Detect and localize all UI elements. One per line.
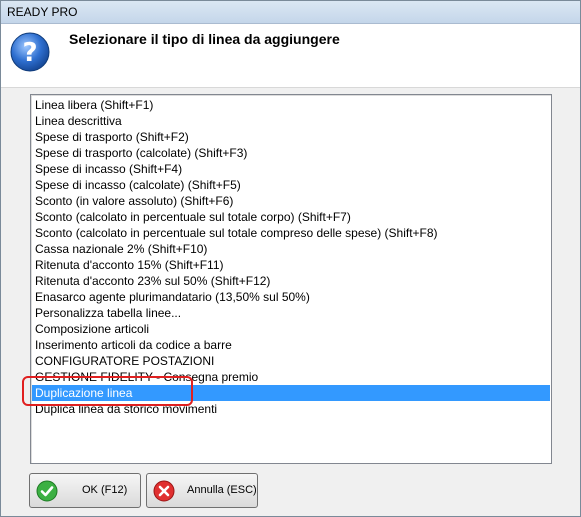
dialog-prompt: Selezionare il tipo di linea da aggiunge…: [69, 31, 340, 47]
list-item[interactable]: Linea descrittiva: [32, 113, 550, 129]
list-item[interactable]: Ritenuta d'acconto 15% (Shift+F11): [32, 257, 550, 273]
title-bar[interactable]: READY PRO: [1, 1, 580, 24]
list-item[interactable]: Duplicazione linea: [32, 385, 550, 401]
list-item[interactable]: Cassa nazionale 2% (Shift+F10): [32, 241, 550, 257]
list-item[interactable]: Enasarco agente plurimandatario (13,50% …: [32, 289, 550, 305]
help-question-icon: ?: [10, 32, 50, 72]
dialog-window: READY PRO ? Selezionare il tipo di linea…: [0, 0, 581, 517]
check-icon: [36, 480, 58, 502]
list-item[interactable]: Personalizza tabella linee...: [32, 305, 550, 321]
window-title: READY PRO: [7, 5, 78, 19]
list-item[interactable]: Spese di trasporto (Shift+F2): [32, 129, 550, 145]
list-item[interactable]: Sconto (calcolato in percentuale sul tot…: [32, 209, 550, 225]
list-item[interactable]: Spese di trasporto (calcolate) (Shift+F3…: [32, 145, 550, 161]
line-type-listbox[interactable]: Linea libera (Shift+F1) Linea descrittiva…: [30, 94, 552, 464]
list-item[interactable]: CONFIGURATORE POSTAZIONI: [32, 353, 550, 369]
ok-button[interactable]: OK (F12): [29, 473, 141, 508]
list-item[interactable]: Linea libera (Shift+F1): [32, 97, 550, 113]
ok-button-label: OK (F12): [82, 484, 128, 496]
cancel-button[interactable]: Annulla (ESC): [146, 473, 258, 508]
list-item[interactable]: Spese di incasso (calcolate) (Shift+F5): [32, 177, 550, 193]
list-item[interactable]: Composizione articoli: [32, 321, 550, 337]
list-item[interactable]: GESTIONE FIDELITY - Consegna premio: [32, 369, 550, 385]
close-icon: [153, 480, 175, 502]
list-item[interactable]: Duplica linea da storico movimenti: [32, 401, 550, 417]
list-item[interactable]: Ritenuta d'acconto 23% sul 50% (Shift+F1…: [32, 273, 550, 289]
list-item[interactable]: Inserimento articoli da codice a barre: [32, 337, 550, 353]
dialog-header: ? Selezionare il tipo di linea da aggiun…: [1, 24, 580, 88]
list-item[interactable]: Sconto (in valore assoluto) (Shift+F6): [32, 193, 550, 209]
list-item[interactable]: Spese di incasso (Shift+F4): [32, 161, 550, 177]
cancel-button-label: Annulla (ESC): [187, 484, 257, 496]
list-item[interactable]: Sconto (calcolato in percentuale sul tot…: [32, 225, 550, 241]
svg-text:?: ?: [22, 38, 37, 68]
